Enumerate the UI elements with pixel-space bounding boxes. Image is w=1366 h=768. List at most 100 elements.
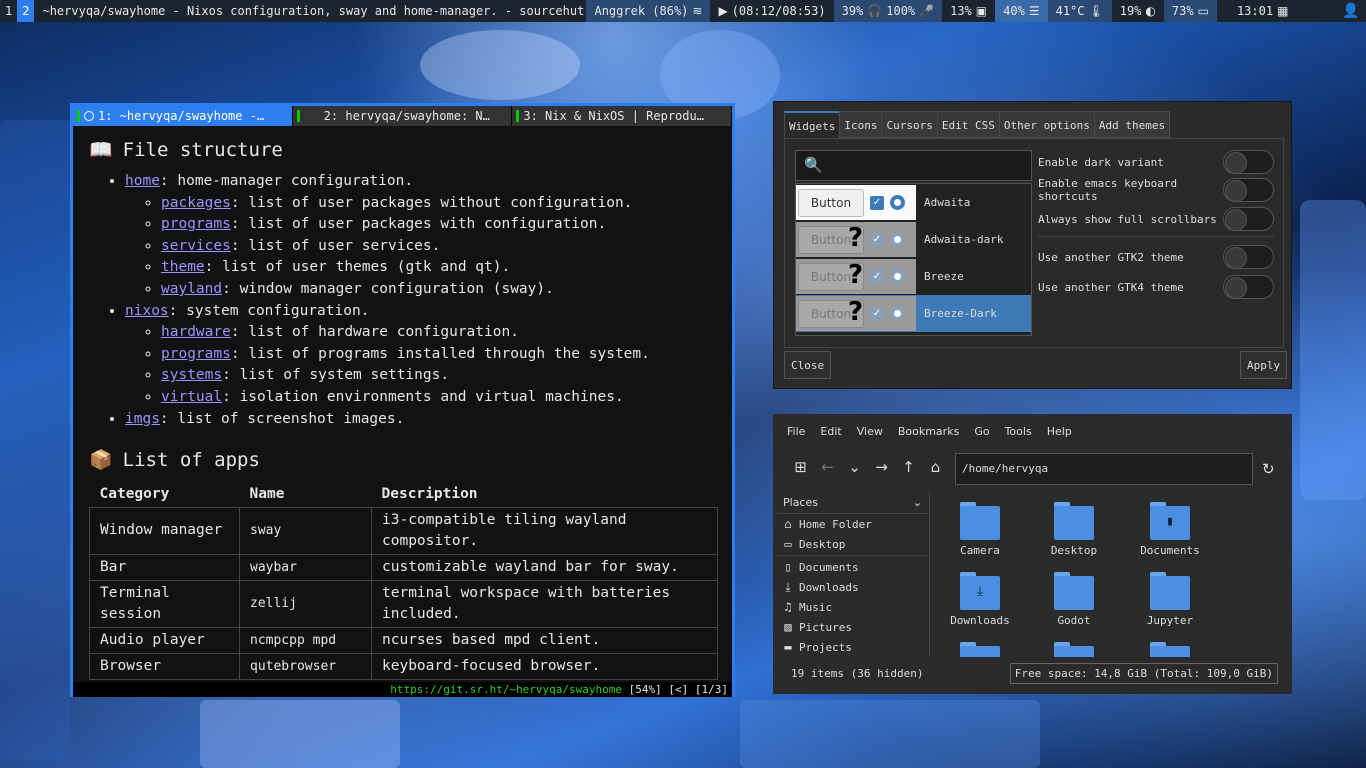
tree-link[interactable]: services bbox=[161, 238, 231, 254]
place-projects[interactable]: ▬ Projects bbox=[777, 637, 928, 657]
tab-label: 1: ~hervyqa/swayhome -… bbox=[98, 109, 265, 123]
theme-preview: Button ✓? bbox=[796, 296, 916, 331]
clock-module[interactable]: 13:01 ▦ bbox=[1229, 0, 1296, 22]
up-icon[interactable]: ↑ bbox=[895, 458, 922, 476]
folder-item[interactable]: ▮ Documents bbox=[1130, 502, 1210, 557]
menu-help[interactable]: Help bbox=[1047, 425, 1072, 438]
apply-button[interactable]: Apply bbox=[1240, 351, 1288, 379]
place-desktop[interactable]: ▭ Desktop bbox=[777, 534, 928, 554]
theme-row[interactable]: Button ✓? Breeze bbox=[796, 258, 1031, 295]
theme-row[interactable]: Button ✓ Adwaita bbox=[796, 184, 1031, 221]
status-bar: 19 items (36 hidden) Free space: 14,8 Gi… bbox=[773, 660, 1292, 686]
menu-tools[interactable]: Tools bbox=[1005, 425, 1032, 438]
folder-icon bbox=[1150, 572, 1190, 610]
cpu-value: 13% bbox=[950, 4, 972, 18]
tab-add-themes[interactable]: Add themes bbox=[1093, 111, 1171, 138]
close-button[interactable]: Close bbox=[784, 351, 832, 379]
music-module[interactable]: ▶ (08:12/08:53) bbox=[710, 0, 833, 22]
section-heading: 📖 File structure bbox=[89, 138, 716, 162]
tree-link[interactable]: programs bbox=[161, 346, 231, 362]
folder-item[interactable] bbox=[1034, 642, 1114, 657]
option-label: Use another GTK4 theme bbox=[1038, 280, 1184, 294]
browser-tab-3[interactable]: 3: Nix & NixOS | Reprodu… bbox=[512, 106, 733, 126]
back-icon[interactable]: ← bbox=[814, 458, 841, 476]
radio-icon bbox=[890, 232, 905, 247]
home-icon: ⌂ bbox=[784, 517, 792, 531]
places-selector[interactable]: Places ⌄ bbox=[777, 492, 928, 514]
theme-search-input[interactable]: 🔍 bbox=[795, 150, 1032, 181]
audio-module[interactable]: 39% 🎧 100% 🎤 bbox=[833, 0, 943, 22]
forward-icon[interactable]: → bbox=[868, 458, 895, 476]
user-icon[interactable]: 👤 bbox=[1339, 0, 1363, 22]
folder-item[interactable]: Desktop bbox=[1034, 502, 1114, 557]
tree-link[interactable]: home bbox=[125, 173, 160, 189]
battery-module[interactable]: 73% ▭ bbox=[1163, 0, 1217, 22]
dark-variant-toggle[interactable] bbox=[1223, 150, 1274, 174]
place-documents[interactable]: ▯ Documents bbox=[777, 557, 928, 577]
theme-row-selected[interactable]: Button ✓? Breeze-Dark bbox=[796, 295, 1031, 332]
tree-link[interactable]: nixos bbox=[125, 303, 169, 319]
radio-icon bbox=[890, 195, 905, 210]
menu-go[interactable]: Go bbox=[974, 425, 989, 438]
music-icon: ♫ bbox=[784, 600, 792, 614]
tab-icons[interactable]: Icons bbox=[839, 111, 883, 138]
folder-item[interactable] bbox=[1130, 642, 1210, 657]
folder-item[interactable]: Jupyter bbox=[1130, 572, 1210, 627]
folder-item[interactable] bbox=[940, 642, 1020, 657]
browser-tab-2[interactable]: 2: hervyqa/swayhome: N… bbox=[292, 106, 513, 126]
tree-link[interactable]: programs bbox=[161, 216, 231, 232]
tab-widgets[interactable]: Widgets bbox=[784, 111, 841, 138]
tree-link[interactable]: wayland bbox=[161, 281, 222, 297]
place-pictures[interactable]: ▨ Pictures bbox=[777, 617, 928, 637]
folder-icon bbox=[1150, 642, 1190, 657]
gtk2-theme-toggle[interactable] bbox=[1223, 245, 1274, 269]
table-row: Bar waybar customizable wayland bar for sw… bbox=[89, 553, 718, 581]
tree-link[interactable]: imgs bbox=[125, 411, 160, 427]
tree-text: : system configuration. bbox=[168, 302, 370, 319]
gtk4-theme-toggle[interactable] bbox=[1223, 275, 1274, 299]
tree-text: : list of user packages with configurati… bbox=[230, 216, 607, 233]
menu-edit[interactable]: Edit bbox=[820, 425, 841, 438]
full-scrollbars-toggle[interactable] bbox=[1223, 207, 1274, 231]
missing-preview-icon: ? bbox=[848, 297, 864, 327]
theme-list[interactable]: Button ✓ Adwaita Button ✓? Adwaita-dark Bu… bbox=[795, 183, 1032, 336]
tree-link[interactable]: systems bbox=[161, 367, 222, 383]
workspace-1[interactable]: 1 bbox=[0, 0, 17, 22]
cell-name: ncmpcpp mpd bbox=[239, 626, 372, 654]
folder-label: Desktop bbox=[1050, 544, 1098, 557]
folder-label: Documents bbox=[1140, 544, 1200, 557]
theme-row[interactable]: Button ✓? Adwaita-dark bbox=[796, 221, 1031, 258]
workspace-2[interactable]: 2 bbox=[17, 0, 35, 22]
new-tab-icon[interactable]: ⊞ bbox=[787, 458, 814, 476]
folder-item[interactable]: Camera bbox=[940, 502, 1020, 557]
memory-module[interactable]: 40% ☰ bbox=[995, 0, 1048, 22]
missing-preview-icon: ? bbox=[848, 260, 864, 290]
folder-item[interactable]: ⤓ Downloads bbox=[940, 572, 1020, 627]
tab-other-options[interactable]: Other options bbox=[998, 111, 1095, 138]
file-manager-window: File Edit View Bookmarks Go Tools Help ⊞… bbox=[773, 414, 1292, 694]
tab-edit-css[interactable]: Edit CSS bbox=[936, 111, 1000, 138]
tree-link[interactable]: virtual bbox=[161, 389, 222, 405]
place-downloads[interactable]: ⤓ Downloads bbox=[777, 577, 928, 597]
brightness-module[interactable]: 19% ◐ bbox=[1112, 0, 1164, 22]
tree-link[interactable]: packages bbox=[161, 195, 231, 211]
folder-item[interactable]: Godot bbox=[1034, 572, 1114, 627]
place-home-folder[interactable]: ⌂ Home Folder bbox=[777, 514, 928, 534]
browser-tab-1[interactable]: 1: ~hervyqa/swayhome -… bbox=[73, 106, 293, 126]
cpu-module[interactable]: 13% ▣ bbox=[942, 0, 995, 22]
home-icon[interactable]: ⌂ bbox=[922, 458, 949, 476]
wifi-module[interactable]: Anggrek (86%) ≋ bbox=[586, 0, 711, 22]
reload-icon[interactable]: ↻ bbox=[1262, 460, 1275, 478]
tree-link[interactable]: theme bbox=[161, 259, 205, 275]
menu-view[interactable]: View bbox=[857, 425, 883, 438]
temperature-module[interactable]: 41°C 🌡 bbox=[1047, 0, 1112, 22]
place-music[interactable]: ♫ Music bbox=[777, 597, 928, 617]
tree-link[interactable]: hardware bbox=[161, 324, 231, 340]
tab-cursors[interactable]: Cursors bbox=[881, 111, 938, 138]
path-input[interactable]: /home/hervyqa bbox=[955, 453, 1253, 485]
divider bbox=[1038, 236, 1274, 237]
history-dropdown-icon[interactable]: ⌄ bbox=[841, 458, 868, 476]
menu-bookmarks[interactable]: Bookmarks bbox=[898, 425, 959, 438]
menu-file[interactable]: File bbox=[787, 425, 805, 438]
emacs-shortcuts-toggle[interactable] bbox=[1223, 178, 1274, 202]
